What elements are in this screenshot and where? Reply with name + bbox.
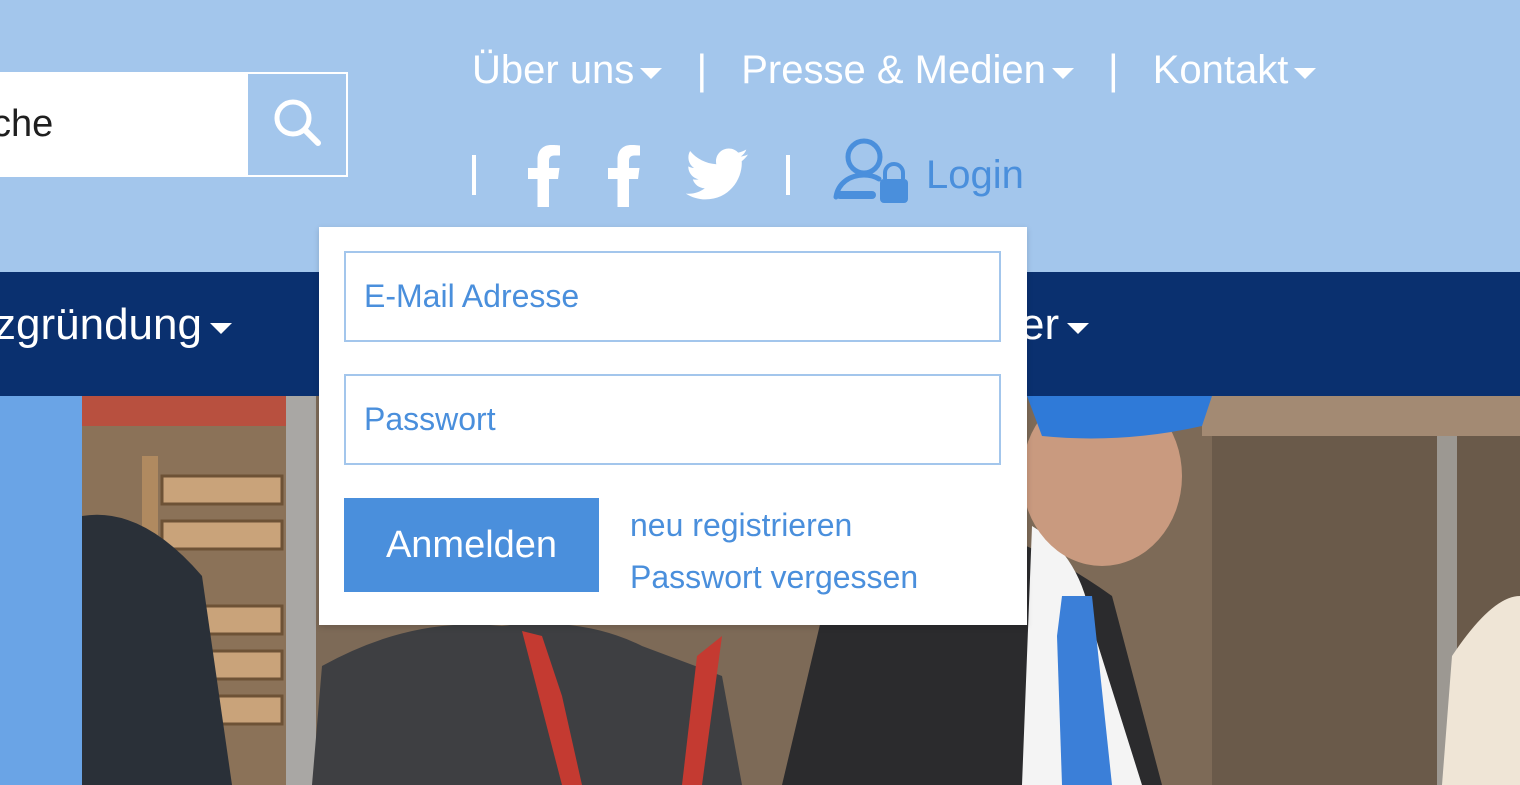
nav-label: Über uns — [472, 47, 635, 92]
email-field-wrapper — [344, 251, 1001, 342]
password-field[interactable] — [346, 376, 999, 463]
top-navigation: Über uns | Presse & Medien | Kontakt — [472, 44, 1317, 96]
twitter-icon[interactable] — [686, 148, 750, 202]
nav-label: Presse & Medien — [741, 47, 1046, 92]
caret-down-icon — [1067, 322, 1090, 334]
nav-separator: | — [696, 46, 708, 93]
search-icon — [270, 95, 324, 154]
caret-down-icon — [1051, 67, 1074, 79]
main-nav-item-existenzgruendung[interactable]: zgründung — [0, 300, 232, 350]
user-lock-icon — [832, 135, 910, 215]
main-nav-label: zgründung — [0, 300, 202, 349]
forgot-password-link[interactable]: Passwort vergessen — [630, 559, 918, 596]
login-dropdown: Anmelden neu registrieren Passwort verge… — [319, 227, 1027, 625]
nav-item-presse-medien[interactable]: Presse & Medien — [741, 48, 1074, 93]
login-link[interactable]: Login — [832, 135, 1024, 215]
search-input[interactable] — [0, 74, 247, 175]
nav-item-kontakt[interactable]: Kontakt — [1153, 48, 1317, 93]
caret-down-icon — [1294, 67, 1317, 79]
search-button[interactable] — [246, 72, 348, 177]
email-field[interactable] — [346, 253, 999, 340]
separator — [472, 155, 476, 195]
social-row: Login — [472, 138, 1024, 210]
caret-down-icon — [209, 322, 232, 334]
nav-item-ueber-uns[interactable]: Über uns — [472, 47, 663, 93]
separator — [786, 155, 790, 195]
register-link[interactable]: neu registrieren — [630, 507, 852, 544]
nav-separator: | — [1107, 46, 1119, 93]
caret-down-icon — [640, 67, 663, 79]
facebook-icon[interactable] — [526, 143, 562, 207]
password-field-wrapper — [344, 374, 1001, 465]
submit-login-button[interactable]: Anmelden — [344, 498, 599, 592]
facebook-icon[interactable] — [606, 143, 642, 207]
login-label: Login — [926, 152, 1024, 197]
main-nav-item-partial[interactable]: er — [1020, 300, 1090, 350]
nav-label: Kontakt — [1152, 47, 1289, 92]
